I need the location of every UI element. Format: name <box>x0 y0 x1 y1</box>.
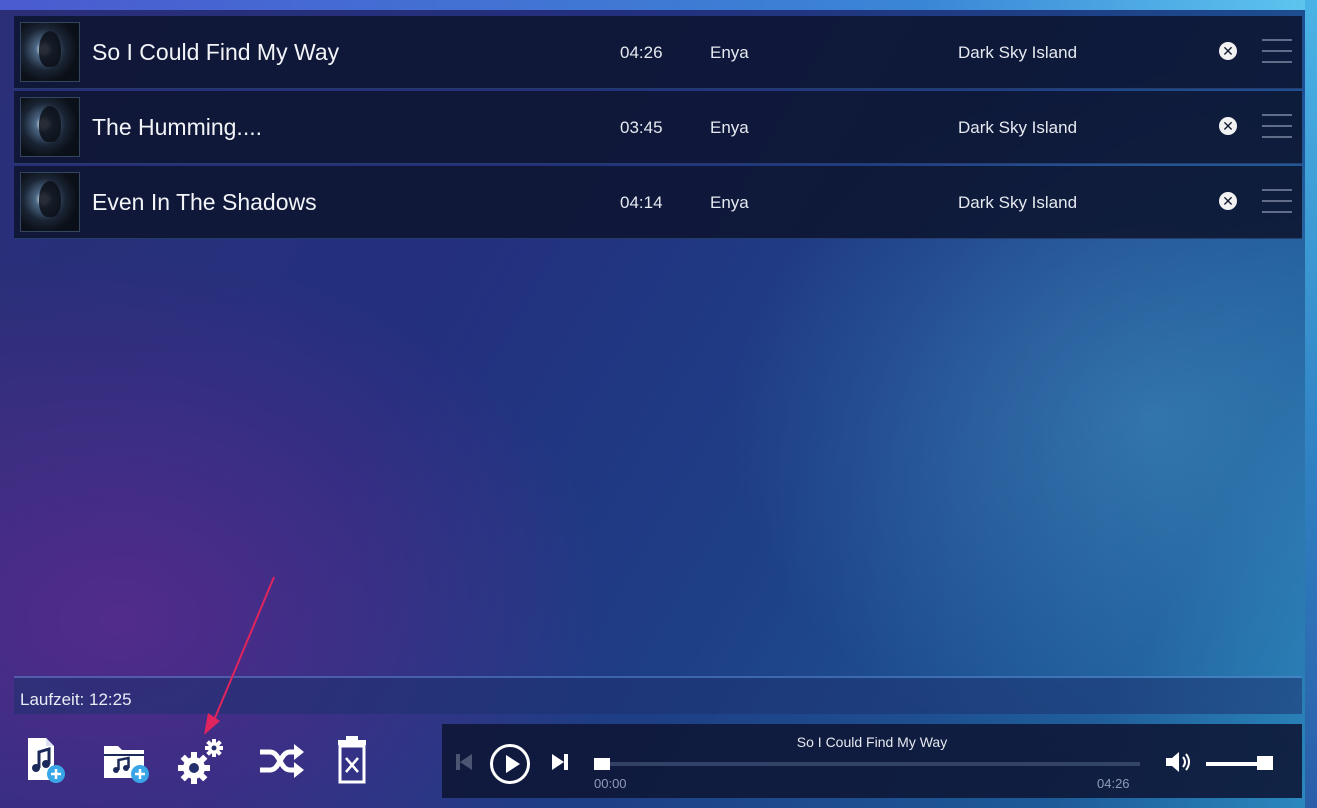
track-title: The Humming.... <box>92 114 262 140</box>
now-playing-title: So I Could Find My Way <box>796 734 948 750</box>
track-album: Dark Sky Island <box>958 43 1078 62</box>
window-frame-right <box>1305 0 1317 808</box>
drag-handle-icon[interactable] <box>1262 189 1292 213</box>
track-album: Dark Sky Island <box>958 193 1078 212</box>
remove-track-icon[interactable]: ✕ <box>1219 192 1237 210</box>
playlist-row[interactable]: Even In The Shadows 04:14 Enya Dark Sky … <box>14 166 1302 239</box>
playlist-row[interactable]: So I Could Find My Way 04:26 Enya Dark S… <box>14 16 1302 89</box>
settings-button[interactable] <box>176 734 226 786</box>
volume-icon[interactable] <box>1164 750 1192 774</box>
track-title: Even In The Shadows <box>92 189 317 215</box>
previous-track-icon[interactable] <box>456 752 472 772</box>
track-artist: Enya <box>710 118 749 137</box>
album-cover <box>20 22 80 82</box>
next-track-icon[interactable] <box>552 752 568 772</box>
track-artist: Enya <box>710 193 749 212</box>
drag-handle-icon[interactable] <box>1262 114 1292 138</box>
remove-track-icon[interactable]: ✕ <box>1219 42 1237 60</box>
progress-bar[interactable] <box>594 762 1140 766</box>
annotation-arrow <box>204 576 275 735</box>
track-duration: 04:26 <box>620 43 663 62</box>
total-time: 04:26 <box>1097 776 1130 791</box>
total-runtime: Laufzeit: 12:25 <box>20 690 132 709</box>
play-button[interactable] <box>490 744 530 784</box>
add-folder-button[interactable] <box>102 734 152 786</box>
add-file-button[interactable] <box>20 734 70 786</box>
status-bar: Laufzeit: 12:25 <box>14 678 1302 714</box>
clear-playlist-button[interactable] <box>334 734 384 786</box>
clear-playlist-icon <box>338 736 366 784</box>
progress-handle[interactable] <box>594 758 610 770</box>
shuffle-button[interactable] <box>258 734 308 786</box>
track-artist: Enya <box>710 43 749 62</box>
remove-track-icon[interactable]: ✕ <box>1219 117 1237 135</box>
track-title: So I Could Find My Way <box>92 39 340 65</box>
settings-icon <box>178 739 223 784</box>
album-cover <box>20 172 80 232</box>
elapsed-time: 00:00 <box>594 776 627 791</box>
add-folder-icon <box>104 746 149 783</box>
add-file-icon <box>28 738 65 783</box>
playlist: So I Could Find My Way 04:26 Enya Dark S… <box>14 16 1302 241</box>
album-cover <box>20 97 80 157</box>
volume-handle[interactable] <box>1257 756 1274 770</box>
shuffle-icon <box>260 744 304 778</box>
track-duration: 03:45 <box>620 118 663 137</box>
drag-handle-icon[interactable] <box>1262 39 1292 63</box>
track-album: Dark Sky Island <box>958 118 1078 137</box>
track-duration: 04:14 <box>620 193 663 212</box>
player-panel: So I Could Find My Way 00:00 04:26 <box>442 724 1302 798</box>
playlist-row[interactable]: The Humming.... 03:45 Enya Dark Sky Isla… <box>14 91 1302 164</box>
window-frame-top <box>0 0 1317 10</box>
